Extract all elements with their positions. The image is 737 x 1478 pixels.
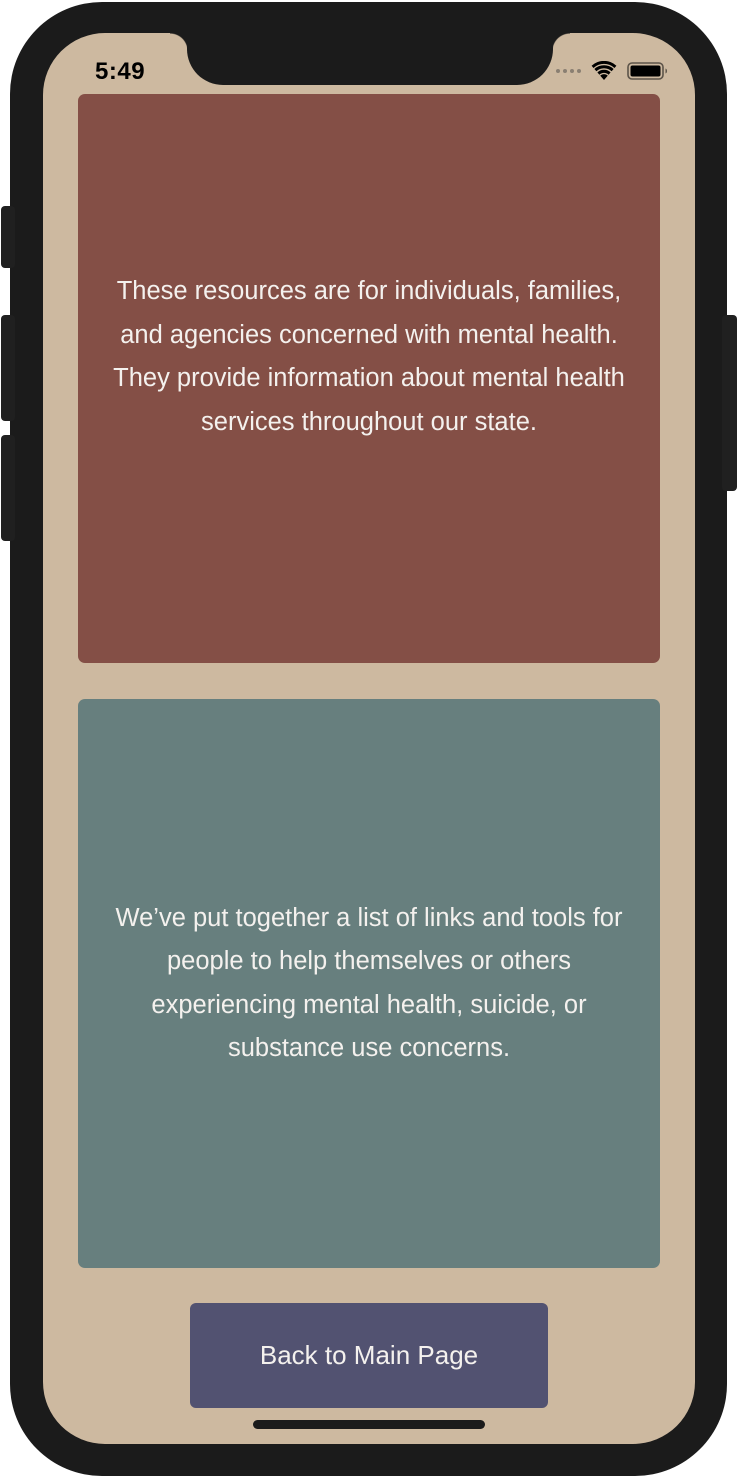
home-indicator[interactable]: [253, 1420, 485, 1429]
mental-health-resources-card[interactable]: These resources are for individuals, fam…: [78, 94, 660, 663]
cellular-signal-icon: [556, 69, 581, 73]
resources-description: These resources are for individuals, fam…: [113, 277, 625, 436]
status-icons: [556, 61, 669, 81]
volume-down-button: [1, 435, 15, 541]
wifi-icon: [591, 61, 617, 80]
device-notch: [170, 33, 570, 85]
app-screen: 5:49 These resources are for individuals…: [43, 33, 695, 1444]
status-time: 5:49: [95, 58, 146, 85]
mute-switch: [1, 206, 15, 268]
tools-description: We’ve put together a list of links and t…: [115, 903, 623, 1063]
volume-up-button: [1, 315, 15, 421]
back-to-main-page-button[interactable]: Back to Main Page: [190, 1303, 548, 1408]
battery-icon: [627, 62, 667, 80]
links-and-tools-card[interactable]: We’ve put together a list of links and t…: [78, 699, 660, 1268]
power-button: [722, 315, 737, 491]
